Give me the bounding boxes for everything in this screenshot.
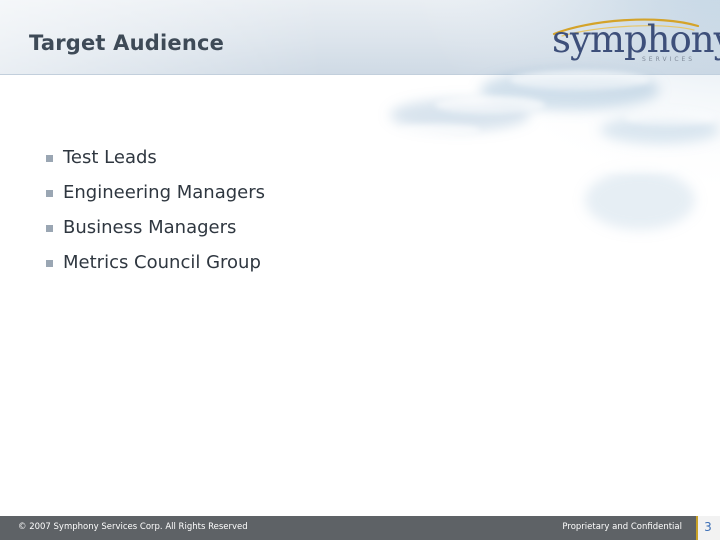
slide-title: Target Audience [29, 31, 225, 55]
square-bullet-icon [46, 155, 53, 162]
bullet-text: Business Managers [63, 217, 237, 238]
symphony-logo: symphony SERVICES [548, 16, 720, 70]
page-number-box: 3 [696, 516, 720, 540]
footer-confidential: Proprietary and Confidential [562, 522, 682, 532]
logo-tagline: SERVICES [642, 56, 696, 63]
page-number: 3 [704, 520, 712, 534]
square-bullet-icon [46, 190, 53, 197]
bullet-text: Engineering Managers [63, 182, 265, 203]
footer-copyright: © 2007 Symphony Services Corp. All Right… [18, 522, 248, 532]
bullet-text: Metrics Council Group [63, 252, 261, 273]
footer-bar: © 2007 Symphony Services Corp. All Right… [0, 516, 696, 540]
square-bullet-icon [46, 225, 53, 232]
bullet-text: Test Leads [63, 147, 157, 168]
slide: Target Audience symphony SERVICES Test L… [0, 0, 720, 540]
square-bullet-icon [46, 260, 53, 267]
logo-wordmark: symphony [552, 18, 720, 61]
